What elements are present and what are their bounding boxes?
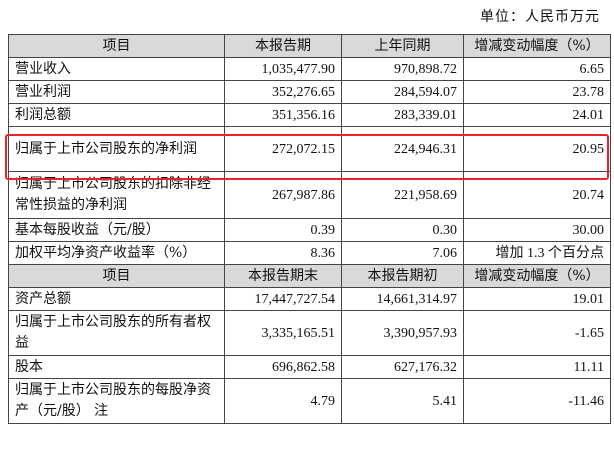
change-value: 11.11	[463, 355, 611, 379]
table-row: 归属于上市公司股东的扣除非经常性损益的净利润 267,987.86 221,95…	[8, 171, 611, 219]
current-value: 267,987.86	[224, 171, 342, 219]
change-value: 24.01	[463, 103, 611, 127]
current-value: 0.39	[224, 218, 342, 242]
row-label: 归属于上市公司股东的净利润	[8, 126, 225, 172]
prior-value: 0.30	[341, 218, 464, 242]
row-label: 股本	[8, 355, 225, 379]
period-start-value: 14,661,314.97	[341, 287, 464, 311]
header-current-period: 本报告期	[224, 34, 342, 58]
table-header-row-2: 项目 本报告期末 本报告期初 增减变动幅度（%）	[8, 264, 611, 288]
period-end-value: 17,447,727.54	[224, 287, 342, 311]
table-row-highlighted: 归属于上市公司股东的净利润 272,072.15 224,946.31 20.9…	[8, 126, 611, 172]
prior-value: 221,958.69	[341, 171, 464, 219]
table-row: 归属于上市公司股东的所有者权益 3,335,165.51 3,390,957.9…	[8, 310, 611, 356]
change-value: -11.46	[463, 378, 611, 424]
prior-value: 7.06	[341, 241, 464, 265]
table-row: 资产总额 17,447,727.54 14,661,314.97 19.01	[8, 287, 611, 311]
row-label: 归属于上市公司股东的所有者权益	[8, 310, 225, 356]
current-value: 8.36	[224, 241, 342, 265]
row-label: 资产总额	[8, 287, 225, 311]
change-value: 19.01	[463, 287, 611, 311]
header-item: 项目	[8, 34, 225, 58]
period-end-value: 4.79	[224, 378, 342, 424]
row-label: 营业利润	[8, 80, 225, 104]
header-change: 增减变动幅度（%）	[463, 34, 611, 58]
row-label: 营业收入	[8, 57, 225, 81]
prior-value: 283,339.01	[341, 103, 464, 127]
table-row: 加权平均净资产收益率（%） 8.36 7.06 增加 1.3 个百分点	[8, 241, 611, 265]
header-item: 项目	[8, 264, 225, 288]
current-value: 352,276.65	[224, 80, 342, 104]
table-row: 股本 696,862.58 627,176.32 11.11	[8, 355, 611, 379]
current-value: 351,356.16	[224, 103, 342, 127]
change-value: -1.65	[463, 310, 611, 356]
change-value: 30.00	[463, 218, 611, 242]
table-row: 归属于上市公司股东的每股净资产（元/股） 注 4.79 5.41 -11.46	[8, 378, 611, 424]
table-row: 营业利润 352,276.65 284,594.07 23.78	[8, 80, 611, 104]
period-start-value: 5.41	[341, 378, 464, 424]
row-label: 归属于上市公司股东的每股净资产（元/股） 注	[8, 378, 225, 424]
current-value: 1,035,477.90	[224, 57, 342, 81]
prior-value: 970,898.72	[341, 57, 464, 81]
current-value: 272,072.15	[224, 126, 342, 172]
table-row: 营业收入 1,035,477.90 970,898.72 6.65	[8, 57, 611, 81]
period-start-value: 627,176.32	[341, 355, 464, 379]
row-label: 加权平均净资产收益率（%）	[8, 241, 225, 265]
period-end-value: 3,335,165.51	[224, 310, 342, 356]
header-change: 增减变动幅度（%）	[463, 264, 611, 288]
prior-value: 284,594.07	[341, 80, 464, 104]
row-label: 归属于上市公司股东的扣除非经常性损益的净利润	[8, 171, 225, 219]
change-value: 6.65	[463, 57, 611, 81]
prior-value: 224,946.31	[341, 126, 464, 172]
change-value: 20.74	[463, 171, 611, 219]
row-label: 基本每股收益（元/股）	[8, 218, 225, 242]
header-period-start: 本报告期初	[341, 264, 464, 288]
change-value: 20.95	[463, 126, 611, 172]
table-row: 基本每股收益（元/股） 0.39 0.30 30.00	[8, 218, 611, 242]
unit-label: 单位：人民币万元	[480, 9, 600, 25]
change-value: 23.78	[463, 80, 611, 104]
row-label: 利润总额	[8, 103, 225, 127]
change-value: 增加 1.3 个百分点	[463, 241, 611, 265]
financial-summary-table: 项目 本报告期 上年同期 增减变动幅度（%） 营业收入 1,035,477.90…	[8, 34, 611, 424]
header-period-end: 本报告期末	[224, 264, 342, 288]
period-start-value: 3,390,957.93	[341, 310, 464, 356]
table-row: 利润总额 351,356.16 283,339.01 24.01	[8, 103, 611, 127]
header-prior-period: 上年同期	[341, 34, 464, 58]
period-end-value: 696,862.58	[224, 355, 342, 379]
table-header-row: 项目 本报告期 上年同期 增减变动幅度（%）	[8, 34, 611, 58]
